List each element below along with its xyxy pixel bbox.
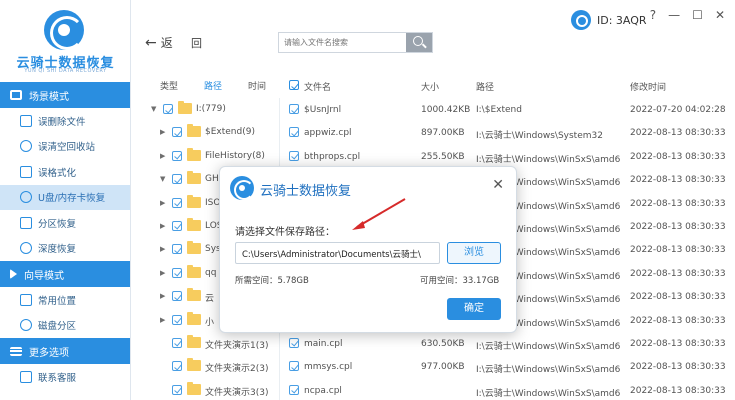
back-label: 返: [160, 36, 173, 50]
available-space: 可用空间：33.17GB: [420, 276, 500, 286]
sidebar-item[interactable]: 误格式化: [0, 159, 130, 185]
col-size[interactable]: 大小: [421, 80, 439, 93]
select-all-checkbox[interactable]: [289, 80, 299, 90]
header: ← 返 回 ID: 3AQR ? — ☐ ✕: [131, 0, 735, 70]
sidebar-item[interactable]: 误删除文件: [0, 108, 130, 134]
file-list-header: 文件名 大小 路径 修改时间: [280, 70, 735, 98]
user-id: ID: 3AQR: [571, 10, 647, 30]
help-button[interactable]: ?: [650, 8, 656, 22]
sidebar: 云骑士数据恢复 YUN QI SHI DATA RECOVERY 场景模式 误删…: [0, 0, 131, 400]
save-path-dialog: 云骑士数据恢复 ✕ 请选择文件保存路径： C:\Users\Administra…: [219, 166, 517, 333]
col-path[interactable]: 路径: [476, 80, 494, 93]
sidebar-item-label: 分区恢复: [38, 218, 77, 230]
section-wizard-mode[interactable]: 向导模式: [0, 261, 130, 287]
nav-item-icon: [20, 165, 32, 178]
tab-time[interactable]: 时间: [248, 79, 266, 92]
sidebar-item-label: 深度恢复: [38, 244, 77, 256]
nav-item-icon: [20, 216, 32, 229]
sidebar-item[interactable]: 联系客服: [0, 364, 130, 390]
tab-path[interactable]: 路径: [204, 79, 222, 92]
minimize-button[interactable]: —: [668, 8, 680, 22]
user-logo-icon: [571, 10, 591, 30]
browse-button[interactable]: 浏览: [447, 242, 501, 264]
sidebar-item-label: U盘/内存卡恢复: [38, 193, 106, 205]
section-scene-mode[interactable]: 场景模式: [0, 82, 130, 108]
search-icon[interactable]: [406, 33, 432, 52]
brand-subtitle: YUN QI SHI DATA RECOVERY: [24, 68, 107, 74]
arrow-left-icon: ←: [145, 34, 157, 51]
sidebar-item[interactable]: 深度恢复: [0, 236, 130, 262]
col-time[interactable]: 修改时间: [630, 80, 666, 93]
sidebar-item[interactable]: 分区恢复: [0, 210, 130, 236]
return-label[interactable]: 回: [191, 35, 202, 51]
tree-tabs: 类型 路径 时间: [131, 70, 280, 98]
confirm-button[interactable]: 确定: [447, 298, 501, 320]
sidebar-item-label: 常用位置: [38, 295, 77, 307]
sidebar-item-label: 联系客服: [38, 372, 77, 384]
nav-item-icon: [20, 242, 32, 255]
maximize-button[interactable]: ☐: [692, 8, 703, 22]
back-button[interactable]: ← 返: [145, 34, 173, 51]
annotation-arrow-icon: [352, 198, 406, 230]
dialog-prompt: 请选择文件保存路径：: [235, 227, 335, 238]
nav-item-icon: [20, 140, 32, 153]
nav-item-icon: [20, 319, 32, 332]
flag-icon: [10, 269, 17, 279]
monitor-icon: [10, 90, 22, 100]
tab-type[interactable]: 类型: [160, 79, 178, 92]
app-logo-icon: [44, 10, 84, 50]
nav-item-icon: [20, 114, 32, 127]
dialog-title: 云骑士数据恢复: [260, 184, 352, 199]
sidebar-item[interactable]: 磁盘分区: [0, 313, 130, 339]
search-box: [278, 32, 433, 53]
window-controls: ? — ☐ ✕: [650, 8, 725, 22]
section-label: 更多选项: [29, 347, 69, 359]
sidebar-item-label: 误删除文件: [38, 116, 86, 128]
sidebar-item-label: 误清空回收站: [38, 142, 96, 154]
sidebar-item[interactable]: 常用位置: [0, 287, 130, 313]
close-icon[interactable]: ✕: [492, 177, 504, 193]
search-input[interactable]: [279, 33, 404, 52]
sidebar-item-label: 磁盘分区: [38, 321, 77, 333]
brand: 云骑士数据恢复 YUN QI SHI DATA RECOVERY: [0, 0, 130, 82]
sidebar-item-label: 误格式化: [38, 167, 77, 179]
nav-item-icon: [20, 191, 32, 204]
menu-icon: [10, 346, 22, 356]
col-name[interactable]: 文件名: [304, 80, 331, 93]
required-space: 所需空间：5.78GB: [235, 276, 309, 286]
section-label: 场景模式: [29, 91, 69, 103]
user-id-text: ID: 3AQR: [597, 13, 647, 27]
section-label: 向导模式: [24, 270, 64, 282]
sidebar-item[interactable]: 误清空回收站: [0, 134, 130, 160]
dialog-logo-icon: [230, 176, 254, 200]
nav-item-icon: [20, 370, 32, 383]
section-more-options[interactable]: 更多选项: [0, 338, 130, 364]
nav-item-icon: [20, 293, 32, 306]
sidebar-item[interactable]: U盘/内存卡恢复: [0, 184, 130, 210]
save-path-field[interactable]: C:\Users\Administrator\Documents\云骑士\: [235, 242, 440, 264]
close-window-icon[interactable]: ✕: [715, 8, 725, 22]
